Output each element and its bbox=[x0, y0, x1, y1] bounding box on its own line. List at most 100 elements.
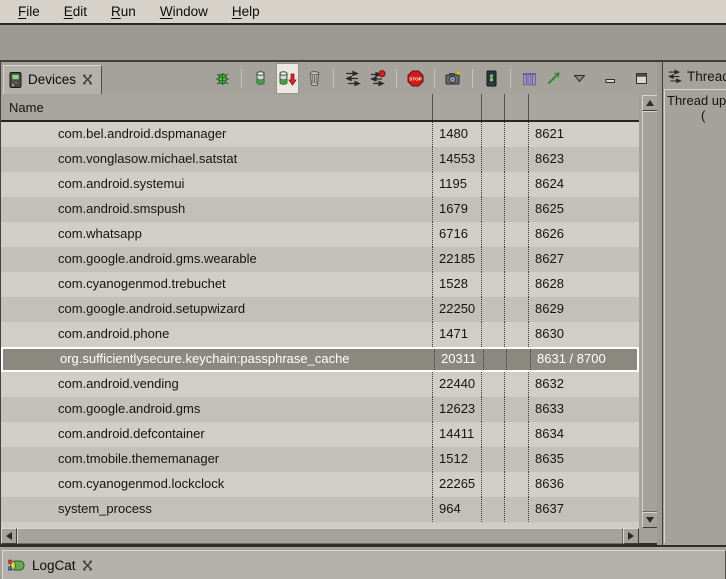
cell-c4 bbox=[504, 122, 528, 147]
cell-c3 bbox=[481, 422, 504, 447]
close-icon[interactable] bbox=[82, 560, 93, 571]
vertical-scroll-thumb[interactable] bbox=[642, 111, 658, 512]
profiling-button[interactable] bbox=[521, 66, 538, 90]
tab-logcat[interactable]: LogCat bbox=[2, 550, 726, 579]
table-row[interactable]: com.google.android.setupwizard222508629 bbox=[1, 297, 639, 322]
cell-pid: 1512 bbox=[432, 447, 481, 472]
threads-message-line-1: Thread up bbox=[665, 93, 726, 108]
cell-name: com.android.vending bbox=[1, 372, 432, 397]
scroll-right-button[interactable] bbox=[623, 528, 639, 544]
screen-capture-button[interactable] bbox=[483, 66, 500, 90]
scroll-left-button[interactable] bbox=[1, 528, 17, 544]
stop-process-button[interactable]: STOP bbox=[407, 66, 424, 90]
cell-c3 bbox=[481, 222, 504, 247]
threads-icon bbox=[667, 69, 682, 84]
tab-devices[interactable]: Devices bbox=[3, 65, 102, 94]
table-row[interactable]: com.android.defcontainer144118634 bbox=[1, 422, 639, 447]
cell-pid: 1679 bbox=[432, 197, 481, 222]
table-row[interactable]: com.vonglasow.michael.satstat145538623 bbox=[1, 147, 639, 172]
profiling-bars-icon bbox=[521, 70, 538, 87]
cell-port: 8636 bbox=[528, 472, 639, 497]
cell-name: com.tmobile.thememanager bbox=[1, 447, 432, 472]
screen-capture-phone-icon bbox=[483, 70, 500, 87]
table-row[interactable]: system_process9648637 bbox=[1, 497, 639, 522]
table-row[interactable]: com.android.systemui11958624 bbox=[1, 172, 639, 197]
update-threads-button[interactable] bbox=[344, 66, 361, 90]
stop-thread-updates-button[interactable] bbox=[368, 66, 385, 90]
table-row[interactable]: com.android.vending224408632 bbox=[1, 372, 639, 397]
cell-c4 bbox=[504, 197, 528, 222]
column-header-name[interactable]: Name bbox=[1, 94, 432, 120]
cell-pid: 22440 bbox=[432, 372, 481, 397]
view-menu-button[interactable] bbox=[569, 66, 590, 90]
cell-c3 bbox=[481, 372, 504, 397]
cell-c3 bbox=[483, 349, 506, 370]
update-heap-button[interactable] bbox=[252, 66, 269, 90]
menu-file[interactable]: File bbox=[8, 2, 50, 21]
cell-c4 bbox=[504, 372, 528, 397]
maximize-button[interactable] bbox=[631, 66, 652, 90]
cell-c4 bbox=[506, 349, 530, 370]
horizontal-scrollbar[interactable] bbox=[1, 528, 639, 544]
table-row[interactable]: com.android.phone14718630 bbox=[1, 322, 639, 347]
cell-c4 bbox=[504, 472, 528, 497]
table-row[interactable]: com.google.android.gms.wearable221858627 bbox=[1, 247, 639, 272]
left-arrow-icon bbox=[6, 532, 12, 540]
cause-gc-button[interactable] bbox=[306, 66, 323, 90]
table-row[interactable]: com.tmobile.thememanager1512 8635 bbox=[1, 447, 639, 472]
tab-threads-label: Threads bbox=[687, 69, 726, 84]
cell-pid: 22250 bbox=[432, 297, 481, 322]
cell-port: 8623 bbox=[528, 147, 639, 172]
debug-bug-button[interactable] bbox=[214, 66, 231, 90]
cell-c3 bbox=[481, 122, 504, 147]
cell-c3 bbox=[481, 272, 504, 297]
table-row[interactable]: com.android.smspush16798625 bbox=[1, 197, 639, 222]
table-row[interactable]: com.bel.android.dspmanager14808621 bbox=[1, 122, 639, 147]
threads-content: Thread up ( bbox=[664, 89, 726, 543]
column-header-3[interactable] bbox=[481, 94, 504, 120]
cell-c4 bbox=[504, 447, 528, 472]
cell-port: 8627 bbox=[528, 247, 639, 272]
cell-c3 bbox=[481, 322, 504, 347]
menu-run[interactable]: Run bbox=[101, 2, 146, 21]
cell-name: com.cyanogenmod.trebuchet bbox=[1, 272, 432, 297]
start-profiling-arrow-icon bbox=[545, 70, 562, 87]
start-profiling-button[interactable] bbox=[545, 66, 562, 90]
screenshot-camera-icon bbox=[445, 70, 462, 87]
screenshot-button[interactable] bbox=[445, 66, 462, 90]
vertical-scrollbar[interactable] bbox=[642, 95, 658, 528]
menu-help[interactable]: Help bbox=[222, 2, 270, 21]
right-arrow-icon bbox=[628, 532, 634, 540]
scroll-down-button[interactable] bbox=[642, 512, 658, 528]
toolbar-separator bbox=[510, 69, 511, 88]
cell-c4 bbox=[504, 272, 528, 297]
close-icon[interactable] bbox=[82, 74, 93, 85]
cell-name: com.bel.android.dspmanager bbox=[1, 122, 432, 147]
column-header-pid[interactable] bbox=[432, 94, 481, 120]
tab-threads[interactable]: Threads bbox=[663, 62, 726, 88]
menu-edit[interactable]: Edit bbox=[54, 2, 97, 21]
column-header-4[interactable] bbox=[504, 94, 528, 120]
stop-threads-icon bbox=[369, 70, 386, 87]
update-heap-icon bbox=[254, 70, 267, 86]
cell-name: com.vonglasow.michael.satstat bbox=[1, 147, 432, 172]
table-row[interactable]: com.google.android.gms126238633 bbox=[1, 397, 639, 422]
cell-pid: 1528 bbox=[432, 272, 481, 297]
horizontal-scroll-thumb[interactable] bbox=[17, 528, 623, 544]
cell-c4 bbox=[504, 297, 528, 322]
table-row[interactable]: com.cyanogenmod.trebuchet15288628 bbox=[1, 272, 639, 297]
table-row[interactable]: com.whatsapp67168626 bbox=[1, 222, 639, 247]
cell-port: 8635 bbox=[528, 447, 639, 472]
cell-c4 bbox=[504, 222, 528, 247]
minimize-button[interactable] bbox=[600, 66, 621, 90]
menu-window[interactable]: Window bbox=[150, 2, 218, 21]
table-row[interactable]: com.cyanogenmod.lockclock222658636 bbox=[1, 472, 639, 497]
dump-hprof-button[interactable] bbox=[276, 63, 299, 94]
cell-port: 8633 bbox=[528, 397, 639, 422]
cell-name: com.google.android.gms.wearable bbox=[1, 247, 432, 272]
scroll-up-button[interactable] bbox=[642, 95, 658, 111]
view-menu-chevron-icon bbox=[573, 74, 586, 83]
table-row[interactable]: org.sufficientlysecure.keychain:passphra… bbox=[1, 347, 639, 372]
column-header-port[interactable] bbox=[528, 94, 639, 120]
cell-name: system_process bbox=[1, 497, 432, 522]
